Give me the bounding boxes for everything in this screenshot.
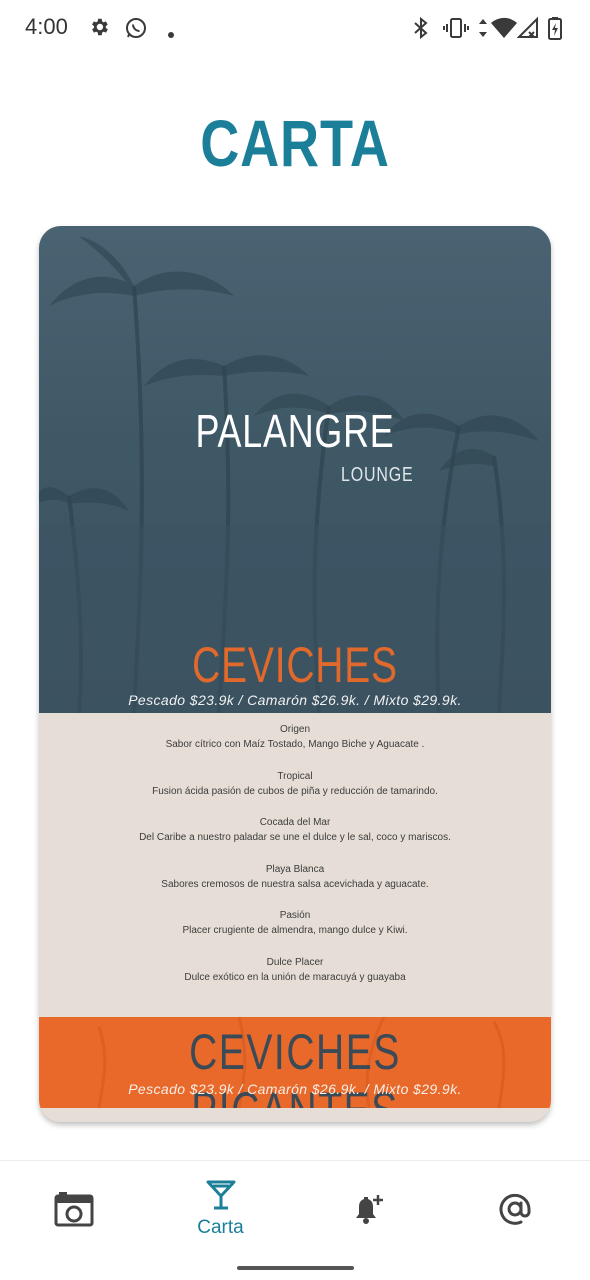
nav-label-carta: Carta <box>197 1217 244 1238</box>
menu-hero: PALANGRE LOUNGE CEVICHES Pescado $23.9k … <box>39 226 551 713</box>
menu-item: Dulce Placer Dulce exótico en la unión d… <box>39 955 551 1002</box>
menu-item-description: Fusion ácida pasión de cubos de piña y r… <box>152 785 438 797</box>
menu-item: Tropical Fusion ácida pasión de cubos de… <box>39 769 551 816</box>
ceviches-prices: Pescado $23.9k / Camarón $26.9k. / Mixto… <box>128 692 462 708</box>
cocktail-icon <box>205 1179 237 1215</box>
page-title: CARTA <box>200 106 390 180</box>
menu-item-description: Sabores cremosos de nuestra salsa acevic… <box>161 878 429 890</box>
nav-item-notifications[interactable] <box>294 1161 441 1280</box>
menu-item-name: Dulce Placer <box>266 956 324 968</box>
menu-item-name: Cocada del Mar <box>259 817 331 828</box>
signal-icon <box>516 16 539 44</box>
bell-plus-icon <box>350 1191 386 1231</box>
brand-subtitle: LOUNGE <box>341 464 414 486</box>
menu-item-description: Placer crugiente de almendra, mango dulc… <box>182 925 408 936</box>
battery-icon <box>548 16 562 44</box>
data-arrows-icon <box>477 16 489 44</box>
settings-icon <box>88 16 110 42</box>
bottom-navigation: Carta <box>0 1160 590 1280</box>
screen: 4:00 CARTA PALANGRE LOUNGE CEVICHES Pesc… <box>0 0 590 1280</box>
menu-card-image[interactable]: PALANGRE LOUNGE CEVICHES Pescado $23.9k … <box>39 226 551 1122</box>
menu-item-name: Pasión <box>279 910 311 921</box>
menu-item-name: Origen <box>279 724 310 735</box>
bluetooth-icon <box>412 16 430 44</box>
whatsapp-icon <box>124 16 148 44</box>
wifi-icon <box>490 16 518 44</box>
menu-item-name: Playa Blanca <box>265 863 325 875</box>
nav-item-contact[interactable] <box>441 1161 588 1280</box>
spicy-section-band: CEVICHES PICANTES Pescado $23.9k / Camar… <box>39 1017 551 1108</box>
at-sign-icon <box>497 1191 533 1231</box>
gesture-bar[interactable] <box>237 1266 354 1270</box>
menu-item-description: Dulce exótico en la unión de maracuyá y … <box>184 971 406 983</box>
menu-item-name: Tropical <box>277 770 313 782</box>
menu-item-description: Del Caribe a nuestro paladar se une el d… <box>139 832 451 843</box>
camera-icon <box>54 1191 94 1231</box>
ceviche-items-list: Origen Sabor cítrico con Maíz Tostado, M… <box>39 722 551 1001</box>
status-bar: 4:00 <box>0 0 590 58</box>
menu-item: Cocada del Mar Del Caribe a nuestro pala… <box>39 815 551 862</box>
menu-item: Pasión Placer crugiente de almendra, man… <box>39 908 551 955</box>
menu-item: Playa Blanca Sabores cremosos de nuestra… <box>39 862 551 909</box>
menu-item-description: Sabor cítrico con Maíz Tostado, Mango Bi… <box>165 739 425 750</box>
picantes-prices: Pescado $23.9k / Camarón $26.9k. / Mixto… <box>128 1081 462 1097</box>
status-time: 4:00 <box>25 14 68 39</box>
card-bottom-strip <box>39 1108 551 1122</box>
brand-name: PALANGRE <box>195 405 395 457</box>
nav-item-carta[interactable]: Carta <box>147 1161 294 1274</box>
notification-dot-icon <box>167 24 175 43</box>
menu-item: Origen Sabor cítrico con Maíz Tostado, M… <box>39 722 551 769</box>
vibrate-icon <box>443 16 469 44</box>
nav-item-camera[interactable] <box>0 1161 147 1280</box>
section-title-ceviches: CEVICHES <box>192 637 398 693</box>
